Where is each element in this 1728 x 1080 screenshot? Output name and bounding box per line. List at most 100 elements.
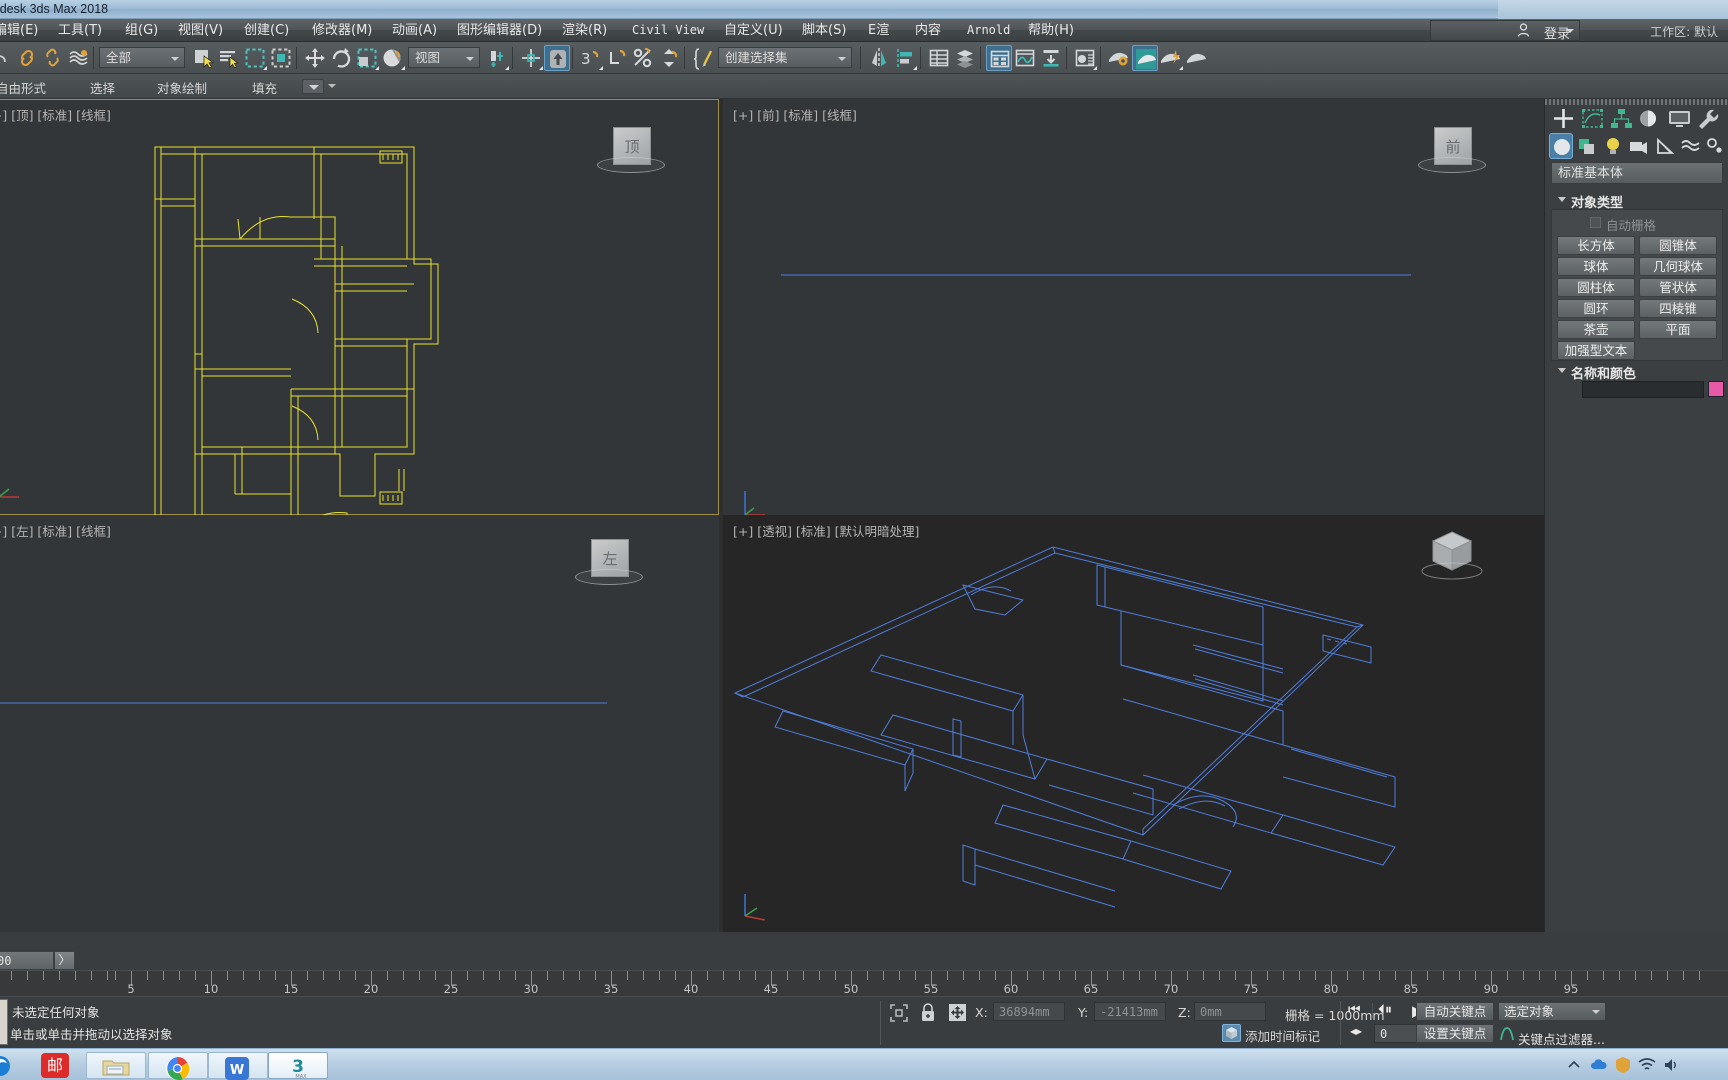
x-coordinate-field[interactable]: 36894mm (993, 1002, 1065, 1021)
maxscript-mini-listener[interactable] (0, 999, 8, 1045)
menu-item-views[interactable]: 视图(V) (176, 22, 225, 39)
named-selection-set-dropdown[interactable]: 创建选择集 (718, 47, 852, 68)
align-button[interactable] (892, 45, 918, 71)
schematic-view-button[interactable] (1038, 45, 1064, 71)
reference-coordinate-dropdown[interactable]: 视图 (408, 47, 480, 68)
viewport-top-left[interactable]: [+] [顶] [标准] [线框] (0, 99, 719, 515)
render-setup-button[interactable] (1106, 45, 1132, 71)
selection-filter-dropdown[interactable]: 全部 (99, 47, 185, 68)
go-to-frame-button[interactable]: 〉 (54, 951, 75, 970)
create-pyramid-button[interactable]: 四棱锥 (1639, 299, 1717, 318)
menu-item-arnold[interactable]: Arnold (965, 22, 1012, 39)
previous-frame-button[interactable]: ⏴⏸ (1378, 1002, 1392, 1018)
view-cube-compass-ring[interactable] (597, 157, 665, 173)
create-cylinder-button[interactable]: 圆柱体 (1557, 278, 1635, 297)
go-to-start-button[interactable]: ⏮ (1348, 1002, 1361, 1018)
subtab-lights[interactable] (1601, 133, 1625, 159)
subtab-systems[interactable] (1703, 133, 1727, 159)
y-coordinate-field[interactable]: -21413mm (1094, 1002, 1166, 1021)
layer-manager-button[interactable] (952, 45, 978, 71)
select-by-name-button[interactable] (216, 45, 242, 71)
view-cube-compass-ring[interactable] (575, 569, 643, 585)
menu-item-tools[interactable]: 工具(T) (56, 22, 104, 39)
menu-item-content[interactable]: 内容 (913, 22, 943, 39)
taskbar-item-mail[interactable]: 邮 (26, 1052, 86, 1079)
menu-item-help[interactable]: 帮助(H) (1026, 22, 1076, 39)
workspace-selector[interactable]: 工作区: 默认 (1650, 23, 1718, 40)
rollout-toggle-object-type[interactable] (1558, 197, 1566, 202)
subtab-space-warps[interactable] (1679, 133, 1703, 159)
render-iterative-button[interactable] (1184, 45, 1210, 71)
menu-item-civil-view[interactable]: Civil View (630, 22, 706, 39)
menu-item-group[interactable]: 组(G) (123, 22, 160, 39)
select-object-button[interactable] (190, 45, 216, 71)
menu-item-create[interactable]: 创建(C) (242, 22, 291, 39)
ribbon-tab-selection[interactable]: 选择 (90, 78, 115, 97)
use-pivot-point-center-button[interactable] (484, 45, 510, 71)
selection-lock-region-icon[interactable] (890, 1004, 908, 1022)
menu-item-modifiers[interactable]: 修改器(M) (310, 22, 374, 39)
auto-key-button[interactable]: 自动关键点 (1416, 1002, 1494, 1021)
rollout-toggle-name-and-color[interactable] (1558, 368, 1566, 373)
taskbar-item-3dsmax[interactable]: 3 MAX (268, 1052, 328, 1080)
tab-utilities[interactable] (1694, 105, 1723, 132)
auto-grid-checkbox[interactable] (1590, 217, 1601, 228)
rendered-frame-window-button[interactable] (1132, 45, 1158, 71)
window-crossing-toggle-button[interactable] (268, 45, 294, 71)
object-name-field[interactable] (1582, 381, 1704, 398)
tray-network-icon[interactable] (1638, 1056, 1656, 1074)
material-editor-button[interactable] (1072, 45, 1098, 71)
object-color-swatch[interactable] (1708, 381, 1724, 397)
viewport-left[interactable]: [+] [左] [标准] [线框] 左 (0, 515, 719, 932)
tab-motion[interactable] (1636, 105, 1665, 132)
rectangular-selection-region-button[interactable] (242, 45, 268, 71)
spinner-snap-toggle-button[interactable] (604, 45, 630, 71)
render-production-button[interactable] (1158, 45, 1184, 71)
curve-editor-button[interactable] (1012, 45, 1038, 71)
subtab-helpers[interactable] (1653, 133, 1677, 159)
percent-snap-toggle-button[interactable] (630, 45, 656, 71)
time-ruler[interactable]: 5 10 15 20 25 30 35 40 45 50 55 60 65 70… (0, 970, 1728, 996)
mirror-button[interactable] (866, 45, 892, 71)
select-and-place-button[interactable] (380, 45, 406, 71)
viewport-label-front[interactable]: [+] [前] [标准] [线框] (733, 105, 857, 124)
view-cube-top[interactable]: 顶 (595, 121, 667, 177)
layer-explorer-button[interactable] (926, 45, 952, 71)
tab-display[interactable] (1665, 105, 1694, 132)
absolute-relative-mode-toggle-icon[interactable] (948, 1003, 967, 1022)
menu-item-scripting[interactable]: 脚本(S) (800, 22, 848, 39)
menu-item-graph-editors[interactable]: 图形编辑器(D) (455, 22, 544, 39)
create-cone-button[interactable]: 圆锥体 (1639, 236, 1717, 255)
create-teapot-button[interactable]: 茶壶 (1557, 320, 1635, 339)
select-and-rotate-button[interactable] (328, 45, 354, 71)
view-cube-3d-icon[interactable] (1416, 527, 1488, 583)
viewport-label-top[interactable]: [+] [顶] [标准] [线框] (0, 105, 111, 124)
tray-up-arrow-icon[interactable] (1566, 1057, 1582, 1073)
view-cube-front[interactable]: 前 (1416, 121, 1488, 177)
create-box-button[interactable]: 长方体 (1557, 236, 1635, 255)
subtab-geometry[interactable] (1549, 133, 1573, 159)
create-sphere-button[interactable]: 球体 (1557, 257, 1635, 276)
viewport-perspective[interactable]: [+] [透视] [标准] [默认明暗处理] (723, 515, 1544, 932)
create-geosphere-button[interactable]: 几何球体 (1639, 257, 1717, 276)
toggle-scene-explorer-button[interactable] (986, 45, 1012, 71)
key-mode-toggle-button[interactable]: ◂▸ (1350, 1024, 1362, 1038)
tab-create[interactable] (1549, 105, 1578, 132)
viewport-label-left[interactable]: [+] [左] [标准] [线框] (0, 521, 111, 540)
menu-item-edit[interactable]: 编辑(E) (0, 22, 40, 39)
select-and-link-button[interactable] (14, 45, 40, 71)
view-cube-compass-ring[interactable] (1418, 157, 1486, 173)
named-selection-lock-button[interactable] (544, 45, 570, 71)
ribbon-options-button[interactable] (302, 79, 324, 94)
key-filters-label[interactable]: 关键点过滤器... (1518, 1029, 1605, 1048)
ribbon-tab-object-paint[interactable]: 对象绘制 (157, 78, 207, 97)
set-key-mode-button[interactable]: 设置关键点 (1416, 1024, 1494, 1043)
view-cube-left[interactable]: 左 (573, 533, 645, 589)
taskbar-item-chrome[interactable] (148, 1052, 208, 1080)
create-torus-button[interactable]: 圆环 (1557, 299, 1635, 318)
menu-item-customize[interactable]: 自定义(U) (722, 22, 785, 39)
tab-hierarchy[interactable] (1607, 105, 1636, 132)
menu-item-erender[interactable]: E渲 (866, 22, 891, 39)
edge-icon[interactable] (0, 1054, 12, 1078)
menu-item-animation[interactable]: 动画(A) (390, 22, 439, 39)
